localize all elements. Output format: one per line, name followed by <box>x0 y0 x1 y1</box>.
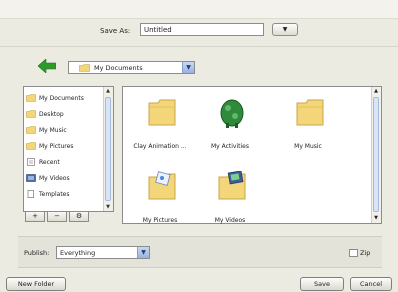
chevron-down-icon[interactable]: ▼ <box>137 247 149 258</box>
file-label: My Pictures <box>142 217 178 224</box>
folder-icon <box>79 63 90 72</box>
folder-icon <box>296 99 324 126</box>
sidebar-item-my-videos[interactable]: My Videos <box>26 171 70 185</box>
sidebar-item-my-music[interactable]: My Music <box>26 123 67 137</box>
publish-bar: Publish: Everything ▼ Zip <box>18 236 382 268</box>
videos-folder-icon <box>218 171 246 200</box>
save-as-row: Save As: ▼ <box>0 22 398 40</box>
chevron-down-icon[interactable]: ▼ <box>182 62 194 73</box>
file-item-my-activities[interactable]: My Activities <box>201 97 259 157</box>
recent-icon <box>27 158 35 166</box>
scroll-down-icon[interactable]: ▼ <box>372 214 380 222</box>
file-item-my-pictures[interactable]: My Pictures <box>131 171 189 231</box>
file-label: My Music <box>294 143 322 150</box>
sidebar-scrollbar[interactable]: ▲ ▼ <box>103 87 113 211</box>
location-dropdown[interactable]: My Documents ▼ <box>68 61 195 74</box>
file-browser: Clay Animation ... My Activities My Musi… <box>122 86 382 224</box>
sidebar-item-label: Desktop <box>39 110 64 118</box>
publish-label: Publish: <box>24 249 50 257</box>
folder-icon <box>26 94 36 102</box>
sidebar-item-my-pictures[interactable]: My Pictures <box>26 139 73 153</box>
video-icon <box>26 174 36 182</box>
publish-dropdown[interactable]: Everything ▼ <box>56 246 150 259</box>
place-options-button[interactable]: ⚙ <box>69 211 89 222</box>
activity-icon <box>220 99 244 128</box>
chevron-down-icon: ▼ <box>282 26 288 33</box>
zip-label: Zip <box>360 249 371 257</box>
scroll-down-icon[interactable]: ▼ <box>104 203 112 211</box>
scrollbar-thumb[interactable] <box>105 97 111 201</box>
divider <box>0 46 398 47</box>
sidebar-buttons: + − ⚙ <box>23 211 114 223</box>
sidebar-item-label: My Pictures <box>39 142 74 150</box>
add-place-button[interactable]: + <box>25 211 45 222</box>
folder-icon <box>148 99 176 126</box>
remove-place-button[interactable]: − <box>47 211 67 222</box>
cancel-button[interactable]: Cancel <box>350 277 392 291</box>
sidebar-item-templates[interactable]: Templates <box>26 187 70 201</box>
scrollbar-thumb[interactable] <box>373 97 379 212</box>
document-icon <box>27 190 34 198</box>
sidebar-item-label: My Videos <box>39 174 70 182</box>
publish-value: Everything <box>60 248 96 257</box>
zip-checkbox[interactable] <box>349 249 358 257</box>
sidebar-item-label: My Documents <box>39 94 84 102</box>
pictures-folder-icon <box>148 171 176 200</box>
scroll-up-icon[interactable]: ▲ <box>104 87 112 95</box>
places-sidebar: My Documents Desktop My Music My Picture… <box>23 86 114 212</box>
expand-button[interactable]: ▼ <box>272 23 298 36</box>
scroll-up-icon[interactable]: ▲ <box>372 87 380 95</box>
sidebar-item-my-documents[interactable]: My Documents <box>26 91 84 105</box>
file-item-my-music[interactable]: My Music <box>279 97 337 157</box>
sidebar-item-label: Templates <box>39 190 70 198</box>
title-bar <box>0 0 398 19</box>
new-folder-button[interactable]: New Folder <box>6 277 66 291</box>
sidebar-item-label: Recent <box>39 158 60 166</box>
save-as-label: Save As: <box>100 27 131 35</box>
folder-icon <box>26 126 36 134</box>
save-as-input[interactable] <box>140 23 264 36</box>
save-button[interactable]: Save <box>300 277 344 291</box>
file-label: Clay Animation ... <box>133 143 187 150</box>
file-browser-scrollbar[interactable]: ▲ ▼ <box>371 87 381 223</box>
folder-icon <box>26 142 36 150</box>
file-label: My Activities <box>210 143 249 150</box>
folder-icon <box>26 110 36 118</box>
file-label: My Videos <box>214 217 246 224</box>
file-item-my-videos[interactable]: My Videos <box>201 171 259 231</box>
sidebar-item-recent[interactable]: Recent <box>26 155 60 169</box>
sidebar-item-label: My Music <box>39 126 67 134</box>
sidebar-item-desktop[interactable]: Desktop <box>26 107 64 121</box>
file-item-clay-animation[interactable]: Clay Animation ... <box>131 97 189 157</box>
location-label: My Documents <box>94 63 143 72</box>
back-arrow-icon[interactable] <box>38 59 56 73</box>
